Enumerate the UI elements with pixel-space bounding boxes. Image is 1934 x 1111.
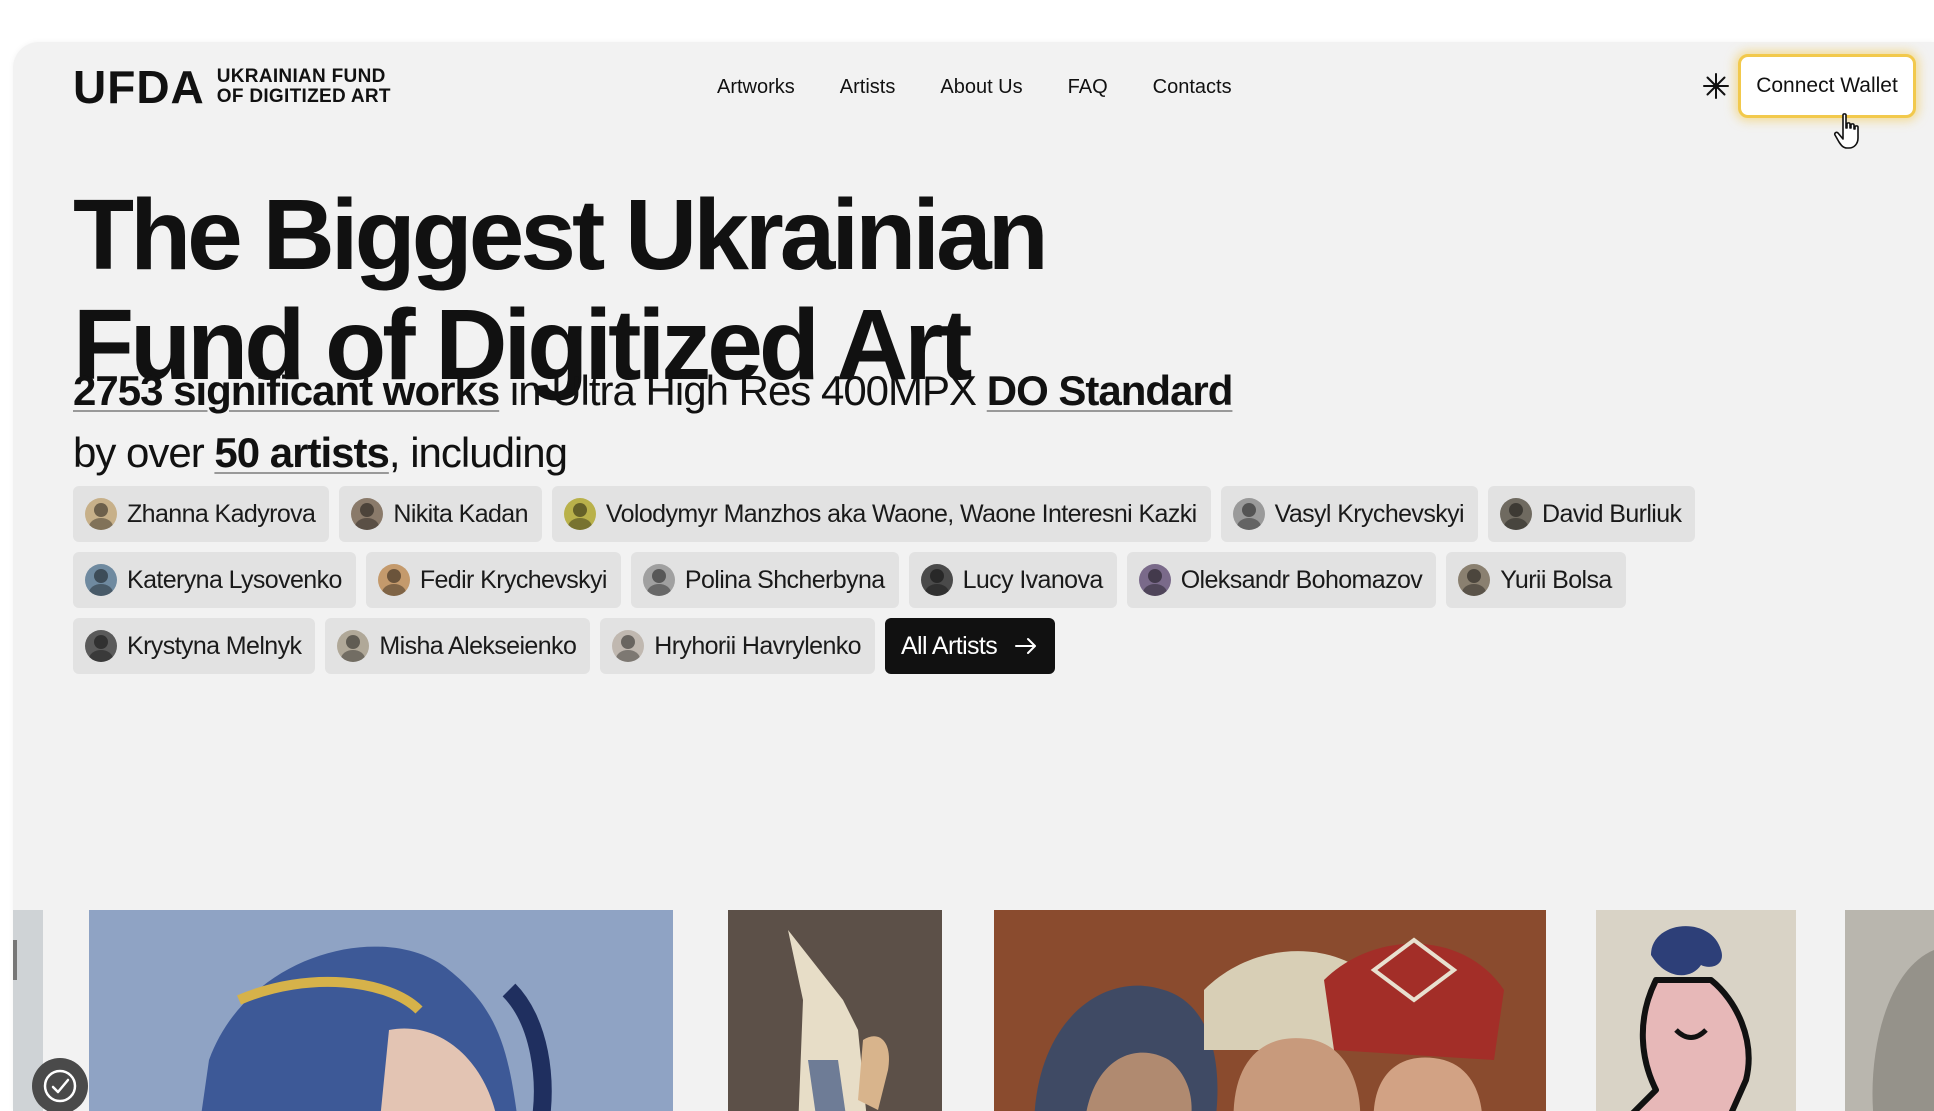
avatar <box>351 498 384 530</box>
artist-chip-row: Zhanna Kadyrova Nikita Kadan Volodymyr M… <box>73 486 1833 542</box>
artwork-gallery <box>13 910 1934 1111</box>
artist-chip[interactable]: Volodymyr Manzhos aka Waone, Waone Inter… <box>551 486 1211 542</box>
hand-cursor-icon <box>1833 112 1863 157</box>
hero-subtitle: 2753 significant works in Ultra High Res… <box>73 360 1234 484</box>
artist-chip[interactable]: Oleksandr Bohomazov <box>1126 552 1437 608</box>
all-artists-button[interactable]: All Artists <box>884 618 1056 674</box>
artist-name: Volodymyr Manzhos aka Waone, Waone Inter… <box>605 499 1197 528</box>
nav-artists[interactable]: Artists <box>840 76 896 99</box>
avatar <box>1458 564 1491 596</box>
artist-name: Polina Shcherbyna <box>684 565 885 594</box>
avatar <box>85 498 117 530</box>
artist-name: Oleksandr Bohomazov <box>1180 565 1423 594</box>
subtitle-resolution: in Ultra High Res 400MPX <box>499 367 987 414</box>
artist-chip[interactable]: Nikita Kadan <box>339 486 542 542</box>
subtitle-row-2: by over 50 artists, including <box>73 422 1232 484</box>
artist-chips: Zhanna Kadyrova Nikita Kadan Volodymyr M… <box>73 486 1833 684</box>
artist-name: Fedir Krychevskyi <box>419 565 608 594</box>
artist-chip[interactable]: Krystyna Melnyk <box>73 618 316 674</box>
logo-line-1: UKRAINIAN FUND <box>216 66 386 87</box>
avatar <box>612 630 645 662</box>
artist-name: Vasyl Krychevskyi <box>1274 499 1465 528</box>
artist-chip[interactable]: Polina Shcherbyna <box>630 552 899 608</box>
logo-line-2: OF DIGITIZED ART <box>216 86 391 107</box>
artist-name: Krystyna Melnyk <box>127 631 302 660</box>
connect-wallet-button[interactable]: Connect Wallet <box>1738 54 1916 118</box>
main-nav: Artworks Artists About Us FAQ Contacts <box>717 76 1232 99</box>
artist-name: Nikita Kadan <box>393 499 528 528</box>
artist-name: Hryhorii Havrylenko <box>654 631 861 660</box>
nav-artworks[interactable]: Artworks <box>717 76 795 99</box>
nav-contacts[interactable]: Contacts <box>1153 76 1232 99</box>
artist-name: Zhanna Kadyrova <box>127 499 316 528</box>
artwork-women-in-headscarves[interactable] <box>994 910 1546 1111</box>
avatar <box>920 564 953 596</box>
artists-count-link[interactable]: 50 artists <box>214 429 389 476</box>
artist-chip[interactable]: Yurii Bolsa <box>1446 552 1626 608</box>
subtitle-row-1: 2753 significant works in Ultra High Res… <box>73 360 1234 422</box>
all-artists-label: All Artists <box>900 631 998 660</box>
headline-line-1: The Biggest Ukrainian <box>73 179 1049 291</box>
artist-chip[interactable]: Hryhorii Havrylenko <box>600 618 875 674</box>
logo-mark: UFDA <box>73 61 205 113</box>
artist-chip[interactable]: Misha Alekseienko <box>325 618 591 674</box>
artist-chip[interactable]: Fedir Krychevskyi <box>365 552 621 608</box>
subtitle-including: , including <box>388 429 568 476</box>
sun-icon[interactable] <box>1698 68 1734 104</box>
artist-name: Misha Alekseienko <box>379 631 577 660</box>
accessibility-icon[interactable] <box>32 1058 88 1111</box>
artist-name: Yurii Bolsa <box>1500 565 1612 594</box>
artist-chip[interactable]: Lucy Ivanova <box>908 552 1117 608</box>
avatar <box>337 630 370 662</box>
artist-chip[interactable]: David Burliuk <box>1487 486 1696 542</box>
artwork-pointillist-portrait[interactable] <box>89 910 673 1111</box>
avatar <box>85 630 117 662</box>
works-count-link[interactable]: 2753 significant works <box>73 367 500 414</box>
artist-chip[interactable]: Kateryna Lysovenko <box>73 552 356 608</box>
artist-name: David Burliuk <box>1541 499 1682 528</box>
arrow-right-icon <box>1015 637 1037 655</box>
avatar <box>377 564 410 596</box>
subtitle-by: by over <box>73 429 215 476</box>
artwork-figure-with-child[interactable] <box>728 910 942 1111</box>
avatar <box>563 498 596 530</box>
artist-chip[interactable]: Zhanna Kadyrova <box>73 486 330 542</box>
avatar <box>1232 498 1265 530</box>
avatar <box>1499 498 1532 530</box>
avatar <box>642 564 675 596</box>
artist-name: Lucy Ivanova <box>962 565 1104 594</box>
browser-page: UFDA UKRAINIAN FUND OF DIGITIZED ART Art… <box>13 42 1934 1111</box>
logo-text: UKRAINIAN FUND OF DIGITIZED ART <box>217 67 391 107</box>
avatar <box>1138 564 1171 596</box>
avatar <box>85 564 117 596</box>
artwork-edge-right[interactable] <box>1845 910 1934 1111</box>
artist-name: Kateryna Lysovenko <box>127 565 342 594</box>
do-standard-link[interactable]: DO Standard <box>987 367 1234 414</box>
artwork-seated-nude-sketch[interactable] <box>1596 910 1796 1111</box>
logo[interactable]: UFDA UKRAINIAN FUND OF DIGITIZED ART <box>73 64 391 110</box>
artist-chip-row: Krystyna Melnyk Misha Alekseienko Hryhor… <box>73 618 1833 674</box>
nav-faq[interactable]: FAQ <box>1068 76 1108 99</box>
artist-chip-row: Kateryna Lysovenko Fedir Krychevskyi Pol… <box>73 552 1833 608</box>
nav-about-us[interactable]: About Us <box>940 76 1022 99</box>
artist-chip[interactable]: Vasyl Krychevskyi <box>1220 486 1478 542</box>
